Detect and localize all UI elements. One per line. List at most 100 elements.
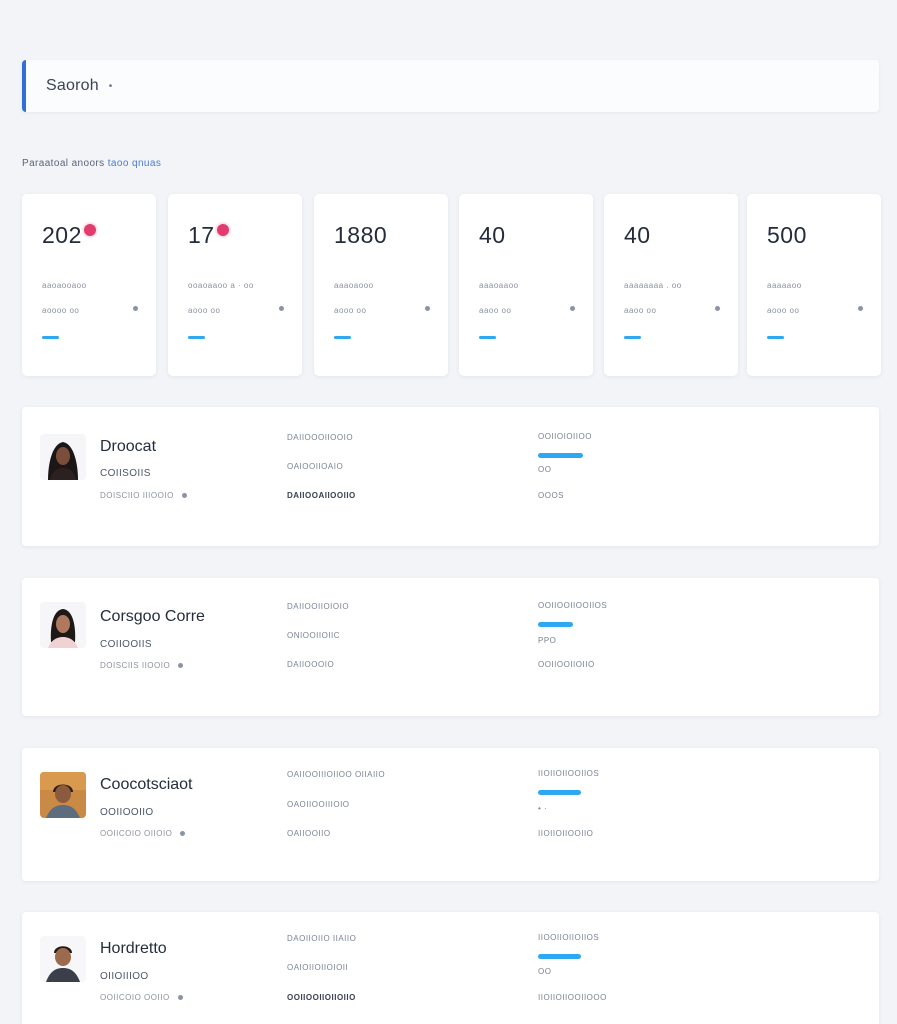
detail-text: OAIOIIOIIOIOII bbox=[287, 963, 349, 972]
progress-bar bbox=[538, 622, 573, 627]
stat-sub: aaoo oo bbox=[479, 306, 512, 315]
stat-progress-bar bbox=[767, 336, 784, 339]
stat-value: 202 bbox=[42, 222, 82, 248]
detail-link[interactable]: OAIIOOIIO bbox=[287, 829, 331, 838]
search-label: Saoroh bbox=[46, 77, 99, 94]
person-meta-text: OOIICOIO OOIIO bbox=[100, 993, 170, 1002]
progress-status: IIOIIOIIOOIIO bbox=[538, 829, 594, 838]
stats-row: 202 aaoaooaoo aoooo oo 17 ooaoaaoo a · o… bbox=[22, 194, 881, 376]
stat-card[interactable]: 40 aaaaaaaa . oo aaoo oo bbox=[604, 194, 738, 376]
avatar bbox=[40, 434, 86, 480]
person-avatar-icon bbox=[40, 602, 86, 648]
person-role: OOIIOOIIO bbox=[100, 807, 154, 818]
person-card[interactable]: Coocotsciaot OOIIOOIIO OOIICOIO OIIOIO O… bbox=[22, 748, 879, 881]
progress-bar bbox=[538, 453, 583, 458]
info-dot-icon[interactable] bbox=[715, 306, 720, 311]
detail-text: OAIIOOIIIOIIOO OIIAIIO bbox=[287, 770, 386, 779]
search-dropdown-dot[interactable]: • bbox=[109, 81, 113, 92]
person-name[interactable]: Coocotsciaot bbox=[100, 776, 193, 794]
person-card[interactable]: Hordretto OIIOIIIOO OOIICOIO OOIIO DAOII… bbox=[22, 912, 879, 1024]
detail-text: ONIOOIIOIIC bbox=[287, 631, 341, 640]
progress-value: PPO bbox=[538, 636, 557, 645]
detail-text: DAIIOOOIIOOIO bbox=[287, 433, 354, 442]
notification-badge-icon bbox=[83, 224, 96, 236]
progress-value: • · bbox=[538, 804, 548, 813]
info-dot-icon bbox=[181, 493, 187, 499]
avatar bbox=[40, 602, 86, 648]
stat-sub: aooo oo bbox=[767, 306, 800, 315]
avatar bbox=[40, 772, 86, 818]
progress-status: OOIIOOIIOIIO bbox=[538, 660, 595, 669]
stat-caption: aaaoaooo bbox=[334, 281, 374, 290]
person-name[interactable]: Corsgoo Corre bbox=[100, 608, 205, 626]
person-name[interactable]: Droocat bbox=[100, 438, 156, 456]
stat-card[interactable]: 40 aaaoaaoo aaoo oo bbox=[459, 194, 593, 376]
person-name[interactable]: Hordretto bbox=[100, 940, 167, 958]
stat-value: 40 bbox=[479, 222, 506, 248]
stat-value: 40 bbox=[624, 222, 651, 248]
stat-sub: aooo oo bbox=[188, 306, 221, 315]
person-meta-text: DOISCIIO IIIOOIO bbox=[100, 491, 174, 500]
section-title-main: Paraatoal anoors bbox=[22, 158, 105, 169]
stat-progress-bar bbox=[479, 336, 496, 339]
stat-caption: aaaaaoo bbox=[767, 281, 802, 290]
progress-label: IIOIIOIIOOIIOS bbox=[538, 769, 600, 778]
stat-value: 17 bbox=[188, 222, 215, 248]
stat-caption: ooaoaaoo a · oo bbox=[188, 281, 254, 290]
stat-value-wrap: 17 bbox=[188, 222, 229, 249]
person-avatar-icon bbox=[40, 772, 86, 818]
progress-bar bbox=[538, 790, 581, 795]
progress-label: IIOOIIOIIOIIOS bbox=[538, 933, 600, 942]
progress-value: OO bbox=[538, 465, 552, 474]
person-card[interactable]: Corsgoo Corre COIIOOIIS DOISCIIS IIOOIO … bbox=[22, 578, 879, 716]
info-dot-icon bbox=[177, 995, 183, 1001]
stat-value-wrap: 202 bbox=[42, 222, 96, 249]
info-dot-icon[interactable] bbox=[133, 306, 138, 311]
stat-progress-bar bbox=[334, 336, 351, 339]
section-title-accent[interactable]: taoo qnuas bbox=[108, 158, 162, 169]
progress-label: OOIIOOIIOOIIOS bbox=[538, 601, 608, 610]
progress-value: OO bbox=[538, 967, 552, 976]
progress-bar bbox=[538, 954, 581, 959]
stat-card[interactable]: 202 aaoaooaoo aoooo oo bbox=[22, 194, 156, 376]
progress-status: OOOS bbox=[538, 491, 565, 500]
detail-link[interactable]: DAIIOOOIO bbox=[287, 660, 334, 669]
progress-label: OOIIOIOIIOO bbox=[538, 432, 592, 441]
stat-caption: aaaaaaaa . oo bbox=[624, 281, 682, 290]
stat-value: 500 bbox=[767, 222, 807, 248]
stat-value: 1880 bbox=[334, 222, 388, 248]
info-dot-icon bbox=[180, 831, 186, 837]
avatar bbox=[40, 936, 86, 982]
progress-status: IIOIIOIIOOIIOOO bbox=[538, 993, 607, 1002]
stat-progress-bar bbox=[42, 336, 59, 339]
search-bar[interactable]: Saoroh • bbox=[22, 60, 879, 112]
person-role: COIIOOIIS bbox=[100, 639, 152, 650]
stat-progress-bar bbox=[188, 336, 205, 339]
person-role: COIISOIIS bbox=[100, 468, 151, 479]
person-avatar-icon bbox=[40, 936, 86, 982]
person-card[interactable]: Droocat COIISOIIS DOISCIIO IIIOOIO DAIIO… bbox=[22, 407, 879, 546]
stat-caption: aaaoaaoo bbox=[479, 281, 519, 290]
info-dot-icon[interactable] bbox=[570, 306, 575, 311]
stat-caption: aaoaooaoo bbox=[42, 281, 87, 290]
detail-link[interactable]: DAIIOOAIIOOIIO bbox=[287, 491, 356, 500]
detail-text: OAIOOIIOAIO bbox=[287, 462, 344, 471]
stat-sub: aaoo oo bbox=[624, 306, 657, 315]
info-dot-icon[interactable] bbox=[425, 306, 430, 311]
detail-text: OAOIIOOIIIOIO bbox=[287, 800, 350, 809]
stat-sub: aoooo oo bbox=[42, 306, 80, 315]
info-dot-icon[interactable] bbox=[279, 306, 284, 311]
person-meta: OOIICOIO OIIOIO bbox=[100, 829, 186, 838]
info-dot-icon[interactable] bbox=[858, 306, 863, 311]
stat-card[interactable]: 500 aaaaaoo aooo oo bbox=[747, 194, 881, 376]
stat-sub: aooo oo bbox=[334, 306, 367, 315]
detail-link[interactable]: OOIIOOIIOIIOIIO bbox=[287, 993, 356, 1002]
stat-card[interactable]: 17 ooaoaaoo a · oo aooo oo bbox=[168, 194, 302, 376]
person-meta-text: OOIICOIO OIIOIO bbox=[100, 829, 173, 838]
person-meta: OOIICOIO OOIIO bbox=[100, 993, 183, 1002]
detail-text: DAOIIOIIO IIAIIO bbox=[287, 934, 357, 943]
stat-card[interactable]: 1880 aaaoaooo aooo oo bbox=[314, 194, 448, 376]
person-meta-text: DOISCIIS IIOOIO bbox=[100, 661, 171, 670]
info-dot-icon bbox=[178, 663, 184, 669]
person-avatar-icon bbox=[40, 434, 86, 480]
